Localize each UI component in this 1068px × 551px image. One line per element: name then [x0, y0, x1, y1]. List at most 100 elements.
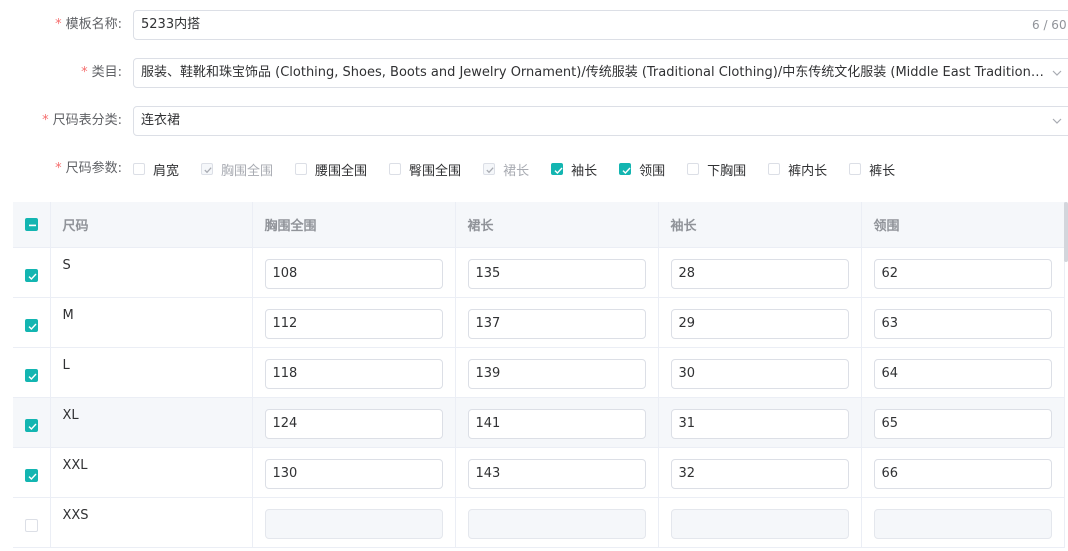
size-param-checkbox[interactable]: [768, 163, 781, 175]
measure-cell: 135: [455, 247, 659, 298]
size-param-checkbox[interactable]: [133, 163, 145, 175]
header-neck: 领围: [861, 202, 1065, 248]
measure-cell: 66: [861, 447, 1065, 498]
measure-input[interactable]: 130: [264, 458, 443, 489]
size-param-label: 下胸围: [707, 163, 747, 179]
table-row: S 108 135 28 62: [13, 247, 1065, 298]
check-icon: [28, 373, 37, 380]
table-row: XXS: [13, 497, 1065, 548]
measure-input[interactable]: 29: [670, 308, 849, 339]
measure-input[interactable]: 32: [670, 458, 849, 489]
select-all-checkbox[interactable]: [25, 217, 38, 231]
measure-input[interactable]: 137: [467, 308, 646, 339]
measure-input[interactable]: 118: [264, 358, 443, 389]
size-param-option[interactable]: 下胸围: [687, 154, 746, 184]
row-checkbox[interactable]: [25, 268, 38, 282]
measure-cell: [861, 497, 1065, 548]
vertical-scrollbar[interactable]: [1064, 202, 1068, 262]
size-param-option[interactable]: 裤长: [849, 154, 895, 184]
size-label: M: [50, 297, 253, 348]
size-label: S: [50, 247, 253, 298]
measure-input[interactable]: 62: [873, 258, 1052, 289]
size-param-checkbox[interactable]: [389, 163, 402, 175]
measure-input[interactable]: 66: [873, 458, 1052, 489]
size-param-option[interactable]: 肩宽: [133, 154, 179, 184]
size-label: L: [50, 347, 253, 398]
measure-cell: 137: [455, 297, 659, 348]
measure-input[interactable]: 64: [873, 358, 1052, 389]
measure-cell: 63: [861, 297, 1065, 348]
row-checkbox[interactable]: [25, 318, 38, 332]
table-row: M 112 137 29 63: [13, 297, 1065, 348]
row-checkbox[interactable]: [25, 518, 38, 532]
size-param-option[interactable]: 臀围全围: [389, 154, 461, 184]
measure-input[interactable]: 124: [264, 408, 443, 439]
category-row: * 类目: 服装、鞋靴和珠宝饰品 (Clothing, Shoes, Boots …: [0, 58, 1068, 88]
row-checkbox[interactable]: [25, 468, 38, 482]
check-icon: [486, 167, 494, 174]
measure-cell: 28: [658, 247, 862, 298]
measure-cell: 29: [658, 297, 862, 348]
size-label: XXS: [50, 497, 253, 548]
table-row: XXL 130 143 32 66: [13, 447, 1065, 498]
measure-cell: 124: [252, 397, 456, 448]
check-icon: [204, 167, 212, 174]
measure-cell: 143: [455, 447, 659, 498]
row-checkbox[interactable]: [25, 368, 38, 382]
measure-input[interactable]: [873, 508, 1052, 539]
measure-cell: [455, 497, 659, 548]
size-param-checkbox[interactable]: [849, 163, 862, 175]
category-label: * 类目:: [81, 65, 122, 80]
row-checkbox-cell: [13, 297, 51, 348]
measure-input[interactable]: 112: [264, 308, 443, 339]
measure-input[interactable]: [467, 508, 646, 539]
measure-input[interactable]: 28: [670, 258, 849, 289]
measure-input[interactable]: 63: [873, 308, 1052, 339]
check-icon: [28, 273, 37, 280]
measure-input[interactable]: 143: [467, 458, 646, 489]
measure-cell: 130: [252, 447, 456, 498]
size-param-option[interactable]: 领围: [619, 154, 665, 184]
measure-input[interactable]: 65: [873, 408, 1052, 439]
size-params-label: * 尺码参数:: [55, 161, 122, 176]
measure-cell: 30: [658, 347, 862, 398]
size-param-checkbox: [201, 163, 214, 175]
size-param-label: 裤内长: [788, 163, 828, 179]
size-param-label: 臀围全围: [409, 163, 462, 179]
row-checkbox-cell: [13, 397, 51, 448]
measure-input[interactable]: [264, 508, 443, 539]
size-param-label: 腰围全围: [315, 163, 368, 179]
template-name-input[interactable]: 5233内搭 6 / 60: [133, 10, 1068, 40]
size-param-option[interactable]: 袖长: [551, 154, 597, 184]
size-param-option: 胸围全围: [201, 154, 273, 184]
check-icon: [28, 323, 37, 330]
measure-input[interactable]: [670, 508, 849, 539]
check-icon: [554, 167, 563, 175]
measure-input[interactable]: 135: [467, 258, 646, 289]
category-select[interactable]: 服装、鞋靴和珠宝饰品 (Clothing, Shoes, Boots and J…: [133, 58, 1068, 88]
measure-input[interactable]: 141: [467, 408, 646, 439]
table-row: L 118 139 30 64: [13, 347, 1065, 398]
size-chart-type-label: * 尺码表分类:: [42, 113, 122, 128]
size-param-checkbox[interactable]: [619, 163, 632, 175]
size-param-checkbox[interactable]: [551, 163, 564, 175]
size-param-option[interactable]: 腰围全围: [295, 154, 367, 184]
table-row: XL 124 141 31 65: [13, 397, 1065, 448]
measure-input[interactable]: 31: [670, 408, 849, 439]
measure-cell: 32: [658, 447, 862, 498]
template-name-row: * 模板名称: 5233内搭 6 / 60: [0, 10, 1068, 40]
size-chart-type-select[interactable]: 连衣裙: [133, 106, 1068, 136]
size-param-option[interactable]: 裤内长: [768, 154, 827, 184]
size-param-checkbox[interactable]: [295, 163, 308, 175]
size-param-label: 领围: [639, 163, 666, 179]
measure-input[interactable]: 30: [670, 358, 849, 389]
row-checkbox-cell: [13, 247, 51, 298]
size-params-row: * 尺码参数: 肩宽 胸围全围 腰围全围 臀围全围 裙长 袖长 领围 下胸围 裤内长 裤长: [0, 154, 1068, 184]
row-checkbox[interactable]: [25, 418, 38, 432]
minus-icon: [29, 224, 36, 226]
size-param-checkbox[interactable]: [687, 163, 700, 175]
measure-input[interactable]: 108: [264, 258, 443, 289]
header-size: 尺码: [50, 202, 253, 248]
template-name-label: * 模板名称:: [55, 17, 122, 32]
measure-input[interactable]: 139: [467, 358, 646, 389]
